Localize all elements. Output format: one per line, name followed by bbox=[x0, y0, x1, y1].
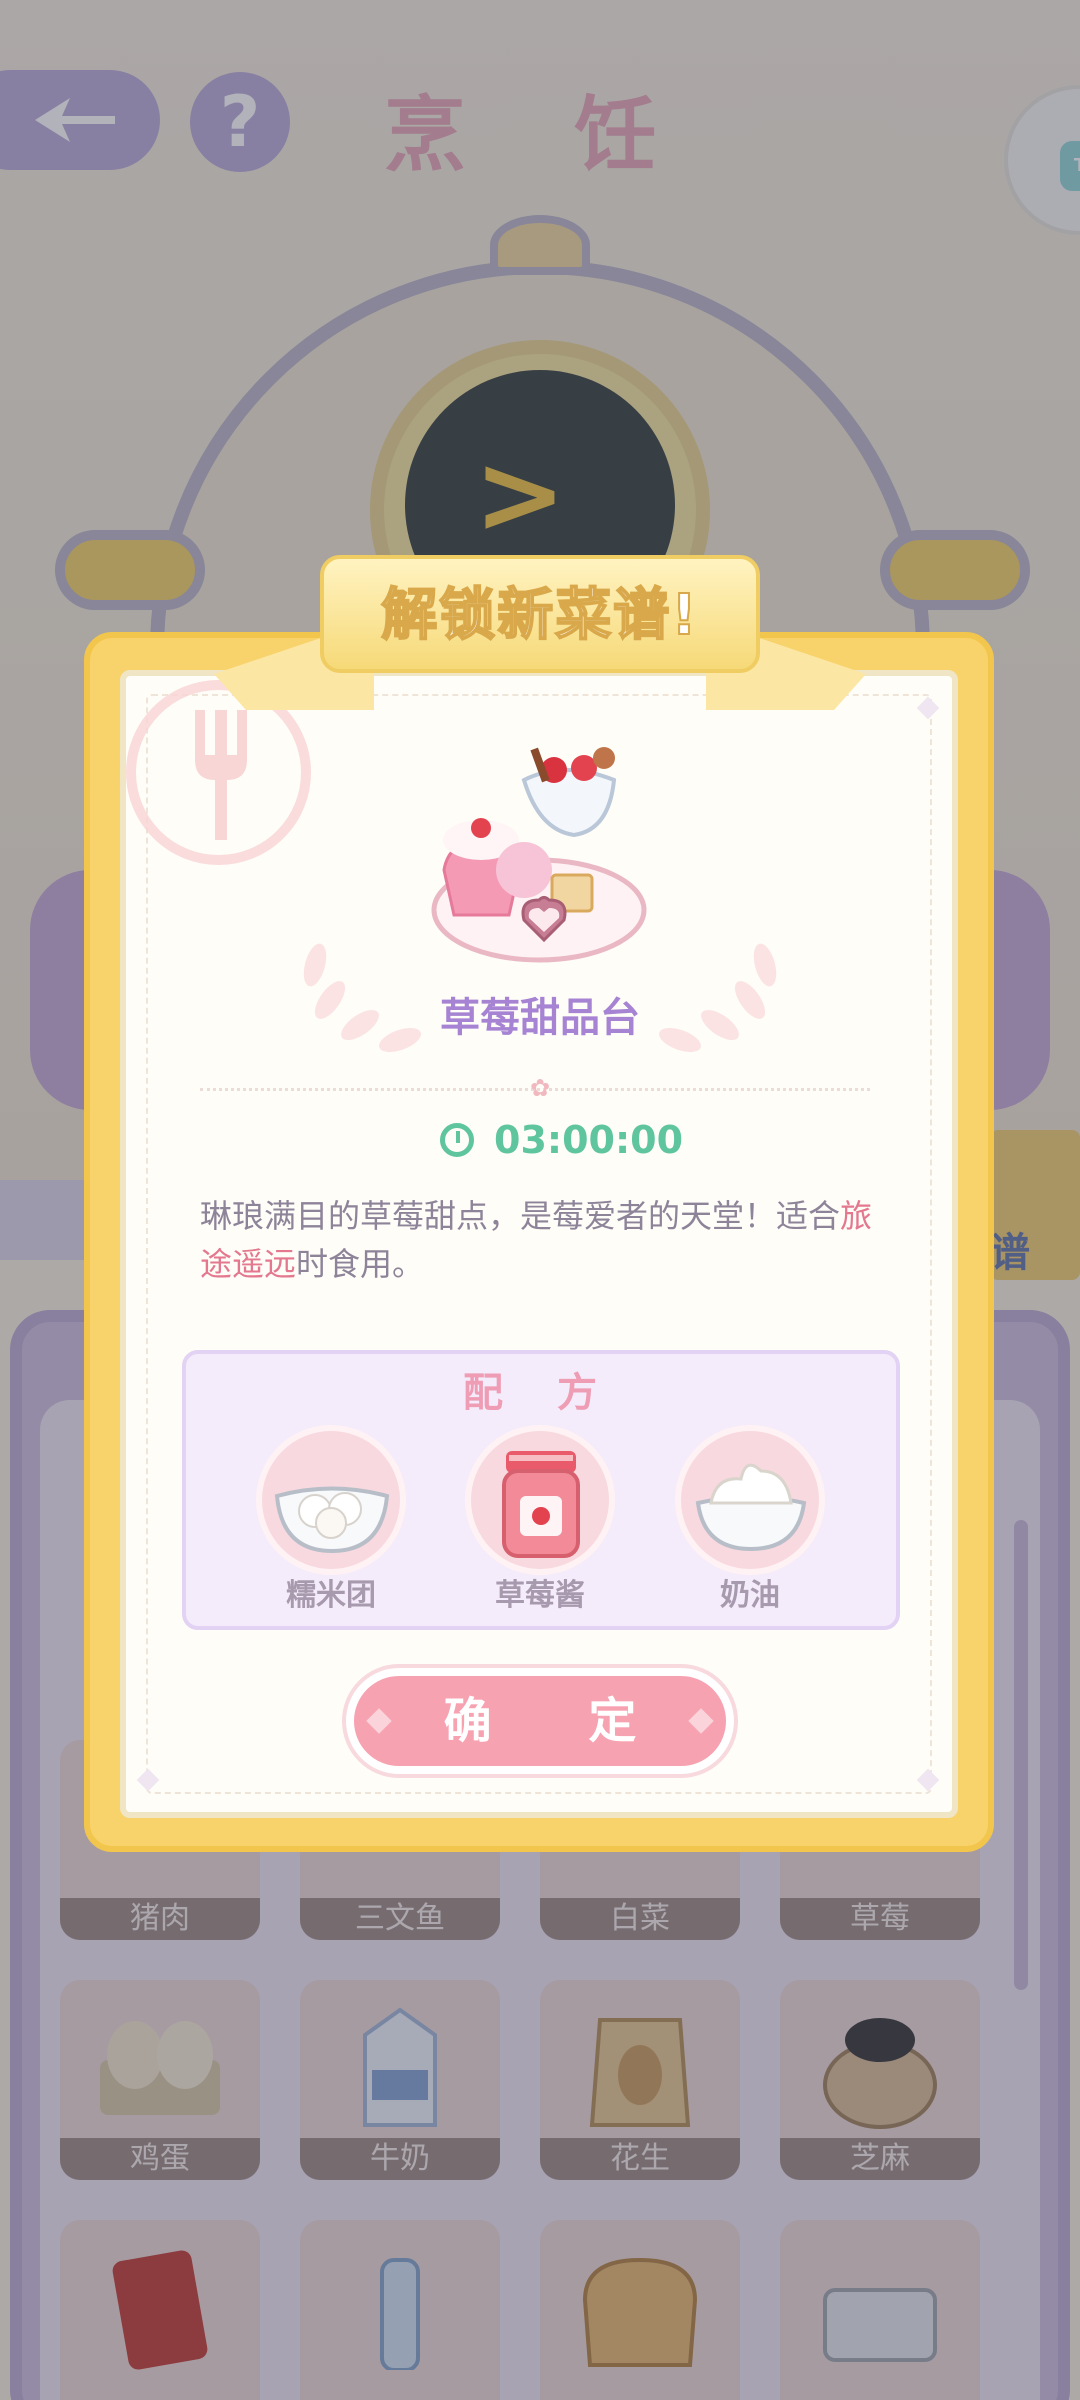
jam-jar-icon bbox=[502, 1451, 580, 1558]
bow-icon: ✿ bbox=[529, 1074, 551, 1102]
cook-time: 03:00:00 bbox=[440, 1118, 684, 1162]
unlock-banner-title: 解锁新菜谱! bbox=[380, 582, 699, 649]
recipe-item-cream[interactable] bbox=[675, 1425, 825, 1575]
dish-name: 草莓甜品台 bbox=[440, 995, 640, 1041]
strawberry-dessert-platter-icon bbox=[431, 747, 647, 963]
recipe-item-label: 奶油 bbox=[720, 1578, 780, 1613]
cream-bowl-icon bbox=[695, 1463, 807, 1552]
recipe-title: 配 方 bbox=[463, 1370, 617, 1416]
dish-description: 琳琅满目的草莓甜点，是莓爱者的天堂！适合旅途遥远时食用。 bbox=[200, 1192, 900, 1288]
recipe-item-strawberry-jam[interactable] bbox=[465, 1425, 615, 1575]
recipe-item-rice-ball[interactable] bbox=[256, 1425, 406, 1575]
description-text-end: 时食用。 bbox=[296, 1245, 425, 1283]
rice-ball-icon bbox=[274, 1486, 390, 1554]
fork-icon bbox=[195, 710, 247, 840]
description-text: 琳琅满目的草莓甜点，是莓爱者的天堂！适合 bbox=[200, 1197, 841, 1235]
recipe-item-label: 糯米团 bbox=[286, 1578, 376, 1613]
confirm-button[interactable]: 确 定 bbox=[346, 1668, 734, 1774]
cook-time-value: 03:00:00 bbox=[494, 1118, 684, 1162]
clock-icon bbox=[440, 1123, 474, 1157]
recipe-item-label: 草莓酱 bbox=[495, 1578, 585, 1613]
